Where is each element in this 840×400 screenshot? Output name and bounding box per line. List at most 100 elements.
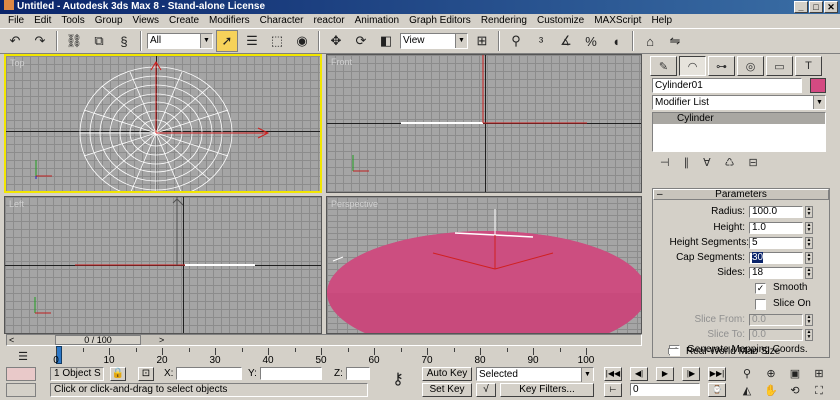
spinner-snap-icon[interactable]: ◖ bbox=[605, 30, 627, 52]
time-slider-left-icon[interactable]: < bbox=[9, 335, 14, 345]
select-and-rotate-icon[interactable]: ⟳ bbox=[350, 30, 372, 52]
zoom-icon[interactable]: ⚲ bbox=[738, 366, 756, 382]
cap-segments-spinner[interactable]: ▲ ▼ bbox=[805, 252, 813, 264]
select-and-move-icon[interactable]: ✥ bbox=[325, 30, 347, 52]
show-end-result-icon[interactable]: ∥ bbox=[684, 156, 690, 172]
motion-tab-icon[interactable]: ◎ bbox=[737, 56, 764, 76]
absolute-relative-toggle-icon[interactable]: ⊡ bbox=[138, 367, 154, 381]
select-and-link-icon[interactable]: ⛓ bbox=[63, 30, 85, 52]
menu-customize[interactable]: Customize bbox=[533, 14, 590, 28]
select-by-name-icon[interactable]: ☰ bbox=[241, 30, 263, 52]
key-filters-button[interactable]: Key Filters... bbox=[500, 383, 594, 397]
utilities-tab-icon[interactable]: T bbox=[795, 56, 822, 76]
current-frame-field[interactable]: 0 bbox=[630, 383, 700, 396]
menu-modifiers[interactable]: Modifiers bbox=[205, 14, 256, 28]
key-icon[interactable]: √ bbox=[476, 383, 496, 397]
app-icon[interactable] bbox=[4, 0, 14, 10]
menu-views[interactable]: Views bbox=[129, 14, 166, 28]
cap-segments-input[interactable]: 30 bbox=[749, 252, 803, 264]
menu-character[interactable]: Character bbox=[256, 14, 310, 28]
object-name-field[interactable]: Cylinder01 bbox=[652, 78, 802, 93]
bind-to-space-warp-icon[interactable]: § bbox=[113, 30, 135, 52]
slice-on-checkbox[interactable] bbox=[755, 299, 766, 310]
maximize-viewport-icon[interactable]: ⛶ bbox=[810, 383, 828, 399]
parameters-rollout-header[interactable]: – Parameters bbox=[653, 189, 829, 200]
slice-to-input[interactable]: 0.0 bbox=[749, 329, 803, 341]
select-and-scale-icon[interactable]: ◧ bbox=[375, 30, 397, 52]
pin-stack-icon[interactable]: ⊣ bbox=[660, 156, 670, 172]
radius-spinner[interactable]: ▲ ▼ bbox=[805, 206, 813, 218]
height-spinner[interactable]: ▲ ▼ bbox=[805, 222, 813, 234]
time-configuration-icon[interactable]: ⌚ bbox=[708, 383, 726, 397]
arc-rotate-icon[interactable]: ⟲ bbox=[786, 383, 804, 399]
play-icon[interactable]: ▶ bbox=[656, 367, 674, 381]
go-to-end-icon[interactable]: ▶▶| bbox=[708, 367, 726, 381]
frame-ruler[interactable]: 0 10 20 30 40 50 60 70 80 90 100 bbox=[53, 348, 596, 366]
lock-selection-icon[interactable]: 🔒 bbox=[110, 367, 126, 381]
angle-snap-icon[interactable]: ∡ bbox=[555, 30, 577, 52]
rectangular-selection-icon[interactable]: ⬚ bbox=[266, 30, 288, 52]
set-key-button[interactable]: Set Key bbox=[422, 383, 472, 397]
menu-help[interactable]: Help bbox=[647, 14, 678, 28]
slice-from-input[interactable]: 0.0 bbox=[749, 314, 803, 326]
real-world-map-checkbox[interactable] bbox=[668, 348, 679, 354]
window-crossing-icon[interactable]: ◉ bbox=[291, 30, 313, 52]
create-tab-icon[interactable]: ✎ bbox=[650, 56, 677, 76]
time-slider-thumb[interactable]: 0 / 100 bbox=[55, 335, 141, 345]
modify-tab-icon[interactable]: ◠ bbox=[679, 56, 706, 76]
minimize-button[interactable]: _ bbox=[794, 1, 808, 13]
key-mode-dropdown[interactable]: Selected ▼ bbox=[476, 367, 594, 382]
object-color-swatch[interactable] bbox=[810, 78, 826, 93]
menu-reactor[interactable]: reactor bbox=[310, 14, 351, 28]
menu-animation[interactable]: Animation bbox=[351, 14, 405, 28]
hierarchy-tab-icon[interactable]: ⊶ bbox=[708, 56, 735, 76]
slice-to-spinner[interactable]: ▲ ▼ bbox=[805, 329, 813, 341]
redo-icon[interactable]: ↷ bbox=[29, 30, 51, 52]
viewport-front[interactable]: Front bbox=[326, 54, 642, 193]
viewport-top[interactable]: Top bbox=[4, 54, 322, 193]
use-pivot-center-icon[interactable]: ⊞ bbox=[471, 30, 493, 52]
sides-input[interactable]: 18 bbox=[749, 267, 803, 279]
slice-from-spinner[interactable]: ▲ ▼ bbox=[805, 314, 813, 326]
x-coord-input[interactable] bbox=[176, 367, 242, 380]
menu-edit[interactable]: Edit bbox=[30, 14, 57, 28]
selection-filter-dropdown[interactable]: All ▼ bbox=[147, 33, 213, 49]
menu-maxscript[interactable]: MAXScript bbox=[590, 14, 647, 28]
z-coord-input[interactable] bbox=[346, 367, 370, 380]
menu-file[interactable]: File bbox=[4, 14, 30, 28]
auto-key-button[interactable]: Auto Key bbox=[422, 367, 472, 381]
select-and-manipulate-icon[interactable]: ⚲ bbox=[505, 30, 527, 52]
field-of-view-icon[interactable]: ◭ bbox=[738, 383, 756, 399]
maxscript-listener-mini-2[interactable] bbox=[6, 383, 36, 397]
snaps-toggle-icon[interactable]: ³ bbox=[530, 30, 552, 52]
make-unique-icon[interactable]: ∀ bbox=[703, 156, 711, 172]
reference-coordinate-dropdown[interactable]: View ▼ bbox=[400, 33, 468, 49]
maximize-button[interactable]: □ bbox=[809, 1, 823, 13]
key-mode-toggle-icon[interactable]: ⊢ bbox=[604, 383, 622, 397]
viewport-left[interactable]: Left bbox=[4, 196, 322, 334]
named-selection-icon[interactable]: ⌂ bbox=[639, 30, 661, 52]
menu-graph-editors[interactable]: Graph Editors bbox=[405, 14, 477, 28]
y-coord-input[interactable] bbox=[260, 367, 322, 380]
go-to-start-icon[interactable]: |◀◀ bbox=[604, 367, 622, 381]
height-segments-spinner[interactable]: ▲ ▼ bbox=[805, 237, 813, 249]
pan-view-icon[interactable]: ✋ bbox=[762, 383, 780, 399]
menu-rendering[interactable]: Rendering bbox=[477, 14, 533, 28]
maxscript-listener-mini[interactable] bbox=[6, 367, 36, 381]
remove-modifier-icon[interactable]: ♺ bbox=[725, 156, 735, 172]
zoom-all-icon[interactable]: ⊕ bbox=[762, 366, 780, 382]
modifier-list-dropdown[interactable]: Modifier List ▼ bbox=[652, 95, 826, 110]
time-slider[interactable]: < 0 / 100 > bbox=[6, 334, 642, 346]
stack-item-cylinder[interactable]: Cylinder bbox=[653, 113, 825, 124]
radius-input[interactable]: 100.0 bbox=[749, 206, 803, 218]
undo-icon[interactable]: ↶ bbox=[4, 30, 26, 52]
percent-snap-icon[interactable]: % bbox=[580, 30, 602, 52]
unlink-selection-icon[interactable]: ⧉ bbox=[88, 30, 110, 52]
menu-group[interactable]: Group bbox=[91, 14, 129, 28]
mirror-icon[interactable]: ⇋ bbox=[664, 30, 686, 52]
previous-frame-icon[interactable]: ◀| bbox=[630, 367, 648, 381]
height-input[interactable]: 1.0 bbox=[749, 222, 803, 234]
trackbar-menu-icon[interactable]: ☰ bbox=[14, 348, 32, 364]
height-segments-input[interactable]: 5 bbox=[749, 237, 803, 249]
menu-tools[interactable]: Tools bbox=[57, 14, 90, 28]
